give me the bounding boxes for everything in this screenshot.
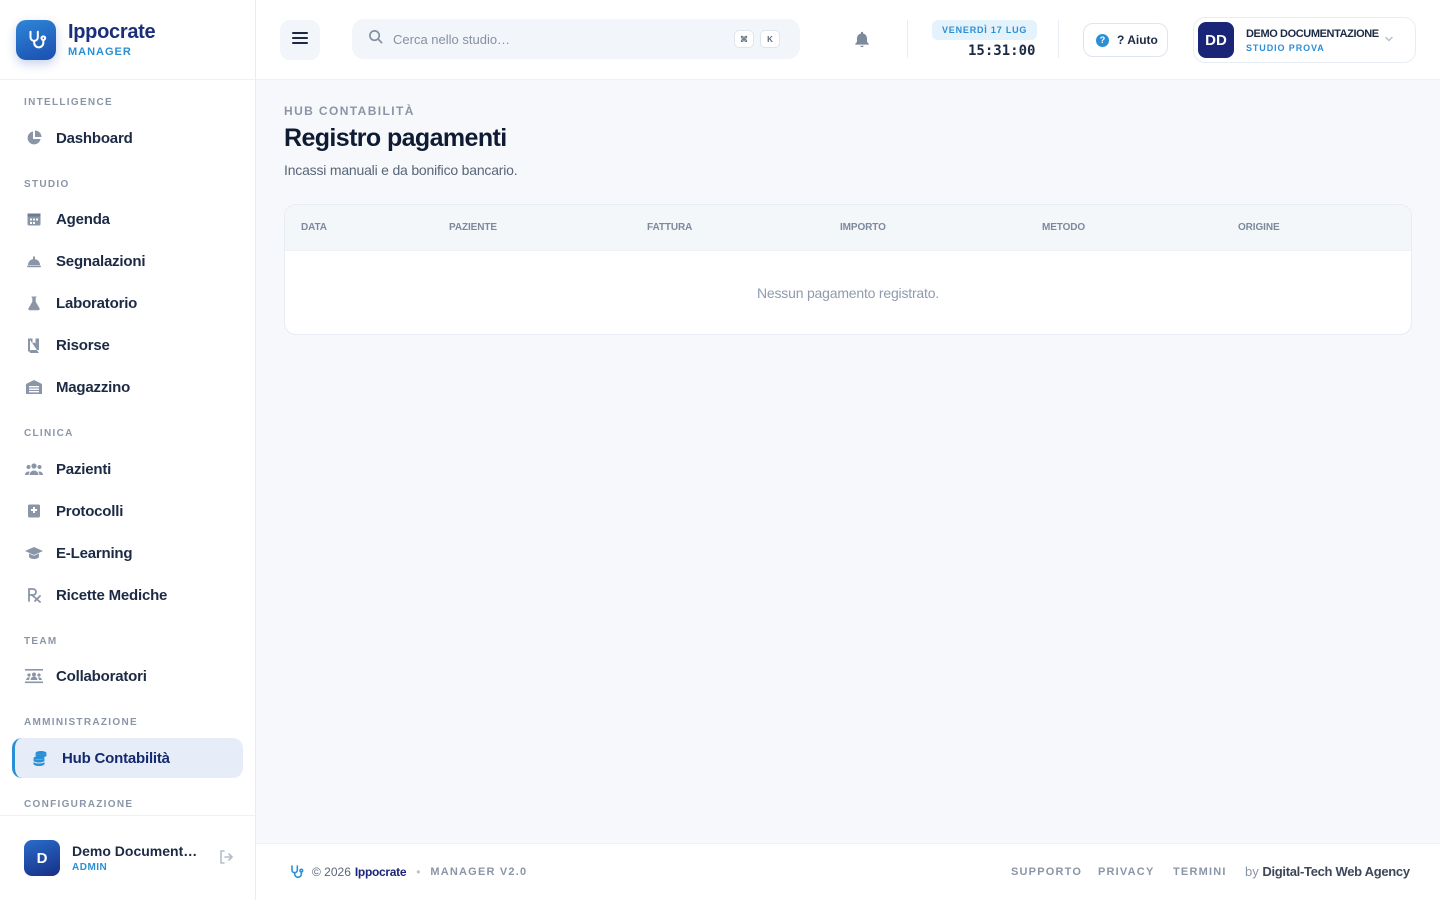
sidebar-item-magazzino[interactable]: Magazzino: [12, 367, 243, 407]
section-title-configurazione: CONFIGURAZIONE: [24, 799, 134, 810]
payments-table: DATA PAZIENTE FATTURA IMPORTO METODO ORI…: [284, 204, 1412, 335]
sidebar-item-collaboratori[interactable]: Collaboratori: [12, 656, 243, 696]
sidebar-item-label: Agenda: [56, 210, 110, 228]
sidebar-item-label: Segnalazioni: [56, 252, 146, 270]
column-header-data[interactable]: DATA: [301, 222, 327, 233]
sidebar-item-label: Pazienti: [56, 460, 112, 478]
header-divider: [1058, 20, 1059, 58]
users-icon: [24, 459, 44, 479]
footer-version: MANAGER V2.0: [430, 866, 528, 878]
hamburger-icon: [292, 31, 308, 50]
help-button[interactable]: ? ? Aiuto: [1083, 23, 1168, 57]
bell-service-icon: [24, 251, 44, 271]
stethoscope-logo-icon: [288, 864, 304, 880]
sidebar-item-ricette-mediche[interactable]: Ricette Mediche: [12, 575, 243, 615]
footer-link-supporto[interactable]: SUPPORTO: [1011, 866, 1082, 878]
sidebar-item-segnalazioni[interactable]: Segnalazioni: [12, 241, 243, 281]
column-header-fattura[interactable]: FATTURA: [647, 222, 692, 233]
section-title-clinica: CLINICA: [24, 428, 74, 439]
column-header-metodo[interactable]: METODO: [1042, 222, 1085, 233]
breadcrumb: HUB CONTABILITÀ: [284, 104, 415, 118]
page-subtitle: Incassi manuali e da bonifico bancario.: [284, 162, 518, 178]
column-header-paziente[interactable]: PAZIENTE: [449, 222, 497, 233]
avatar: D: [24, 840, 60, 876]
flask-icon: [24, 293, 44, 313]
shortcut-key-cmd: ⌘: [734, 30, 754, 48]
sidebar: Ippocrate MANAGER INTELLIGENCE Dashboard…: [0, 0, 256, 900]
chevron-down-icon: [1384, 31, 1394, 49]
menu-toggle-button[interactable]: [280, 20, 320, 60]
footer-by: by: [1245, 864, 1259, 879]
sidebar-item-label: Ricette Mediche: [56, 586, 168, 604]
sidebar-item-e-learning[interactable]: E-Learning: [12, 533, 243, 573]
bookmark-book-icon: [24, 335, 44, 355]
calendar-icon: [24, 209, 44, 229]
profile-name: DEMO DOCUMENTAZIONE: [1246, 27, 1379, 40]
clock-time: 15:31:00: [968, 43, 1036, 59]
sidebar-item-label: Dashboard: [56, 129, 133, 147]
brand-subtitle: MANAGER: [68, 46, 132, 58]
footer-copyright: © 2026: [312, 865, 351, 879]
pie-chart-icon: [24, 128, 44, 148]
footer-agency[interactable]: by Digital-Tech Web Agency: [1245, 864, 1410, 879]
sidebar-item-protocolli[interactable]: Protocolli: [12, 491, 243, 531]
section-title-studio: STUDIO: [24, 179, 70, 190]
page-title: Registro pagamenti: [284, 124, 507, 152]
footer-link-privacy[interactable]: PRIVACY: [1098, 866, 1154, 878]
profile-studio: STUDIO PROVA: [1246, 42, 1325, 53]
warehouse-icon: [24, 377, 44, 397]
users-list-icon: [24, 666, 44, 686]
section-title-intelligence: INTELLIGENCE: [24, 97, 113, 108]
user-role: ADMIN: [72, 862, 108, 873]
column-header-origine[interactable]: ORIGINE: [1238, 222, 1280, 233]
sidebar-item-pazienti[interactable]: Pazienti: [12, 449, 243, 489]
column-header-importo[interactable]: IMPORTO: [840, 222, 886, 233]
section-title-team: TEAM: [24, 636, 58, 647]
brand[interactable]: Ippocrate MANAGER: [0, 0, 255, 80]
sidebar-item-risorse[interactable]: Risorse: [12, 325, 243, 365]
sidebar-item-label: Risorse: [56, 336, 110, 354]
help-icon: ?: [1096, 33, 1109, 47]
section-title-amministrazione: AMMINISTRAZIONE: [24, 717, 138, 728]
coins-icon: [30, 748, 50, 768]
notifications-bell-icon[interactable]: [853, 30, 873, 50]
sidebar-item-label: Collaboratori: [56, 667, 147, 685]
sidebar-item-hub-contabilita[interactable]: Hub Contabilità: [12, 738, 243, 778]
prescription-icon: [24, 585, 44, 605]
footer-brand: Ippocrate: [354, 865, 407, 879]
sidebar-item-label: Laboratorio: [56, 294, 138, 312]
sidebar-user-card[interactable]: D Demo Documentazione ADMIN: [0, 815, 255, 900]
sidebar-item-laboratorio[interactable]: Laboratorio: [12, 283, 243, 323]
table-header: DATA PAZIENTE FATTURA IMPORTO METODO ORI…: [285, 205, 1411, 251]
top-header: ⌘ K VENERDÌ 17 LUG 15:31:00 ? ? Aiuto DD…: [256, 0, 1440, 80]
stethoscope-logo-icon: [16, 19, 56, 60]
medical-book-icon: [24, 501, 44, 521]
search-bar[interactable]: ⌘ K: [352, 19, 800, 59]
brand-name: Ippocrate: [68, 21, 156, 43]
date-badge: VENERDÌ 17 LUG: [932, 20, 1038, 40]
user-name: Demo Documentazione: [72, 843, 204, 859]
header-divider: [907, 20, 908, 58]
footer: © 2026 Ippocrate • MANAGER V2.0 SUPPORTO…: [256, 843, 1440, 900]
search-input[interactable]: [393, 31, 713, 47]
sidebar-item-label: E-Learning: [56, 544, 133, 562]
sidebar-item-dashboard[interactable]: Dashboard: [12, 118, 243, 158]
sidebar-nav: INTELLIGENCE Dashboard STUDIO Agenda Seg…: [0, 80, 255, 815]
footer-separator: •: [416, 865, 421, 879]
profile-menu[interactable]: DD DEMO DOCUMENTAZIONE STUDIO PROVA: [1193, 17, 1416, 63]
footer-link-termini[interactable]: TERMINI: [1173, 866, 1227, 878]
profile-avatar: DD: [1198, 22, 1234, 58]
help-label: ? Aiuto: [1117, 33, 1158, 47]
empty-state-message: Nessun pagamento registrato.: [757, 285, 939, 301]
footer-agency-name: Digital-Tech Web Agency: [1262, 864, 1410, 879]
shortcut-key-k: K: [760, 30, 780, 48]
sidebar-item-label: Protocolli: [56, 502, 124, 520]
sidebar-item-agenda[interactable]: Agenda: [12, 199, 243, 239]
sidebar-item-label: Hub Contabilità: [62, 749, 170, 767]
graduation-cap-icon: [24, 543, 44, 563]
sidebar-item-label: Magazzino: [56, 378, 131, 396]
logout-icon[interactable]: [218, 849, 236, 867]
search-icon: [368, 29, 383, 49]
